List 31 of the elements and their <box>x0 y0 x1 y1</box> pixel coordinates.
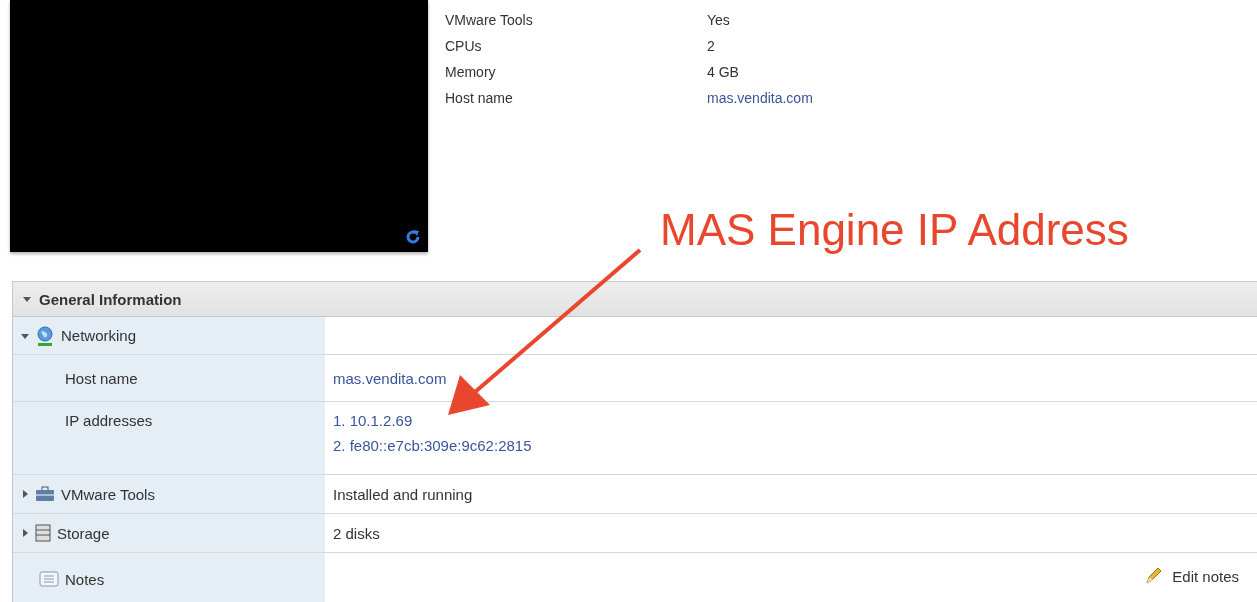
annotation-text: MAS Engine IP Address <box>660 205 1129 255</box>
summary-value: Yes <box>707 12 731 30</box>
property-value: 2 disks <box>333 524 381 542</box>
caret-icon[interactable] <box>23 295 31 303</box>
summary-value: mas.vendita.com <box>707 90 813 108</box>
summary-label: Host name <box>445 90 514 108</box>
property-name: IP addresses <box>65 412 153 429</box>
property-name: Notes <box>65 570 105 588</box>
summary-label: VMware Tools <box>445 12 534 30</box>
caret-icon[interactable] <box>21 529 29 537</box>
property-value: 1. 10.1.2.69 <box>333 412 414 429</box>
property-name: VMware Tools <box>61 485 155 503</box>
summary-label: Memory <box>445 64 497 82</box>
edit-notes-button[interactable]: Edit notes <box>1144 566 1249 586</box>
refresh-icon[interactable] <box>404 228 422 246</box>
summary-value: 2 <box>707 38 716 56</box>
property-name: Host name <box>65 369 138 387</box>
property-value: 2. fe80::e7cb:309e:9c62:2815 <box>333 437 533 454</box>
storage-icon <box>35 524 51 542</box>
property-name: Networking <box>61 327 137 344</box>
globe-icon <box>35 325 55 346</box>
summary-label: CPUs <box>445 38 483 56</box>
property-name: Storage <box>57 524 110 542</box>
summary-value: 4 GB <box>707 64 740 82</box>
panel-title: General Information <box>39 290 182 308</box>
caret-icon[interactable] <box>21 490 29 498</box>
notes-icon <box>39 571 59 587</box>
property-value: mas.vendita.com <box>333 369 448 387</box>
toolbox-icon <box>35 486 55 502</box>
caret-icon[interactable] <box>21 331 29 340</box>
property-value: Installed and running <box>333 485 474 503</box>
